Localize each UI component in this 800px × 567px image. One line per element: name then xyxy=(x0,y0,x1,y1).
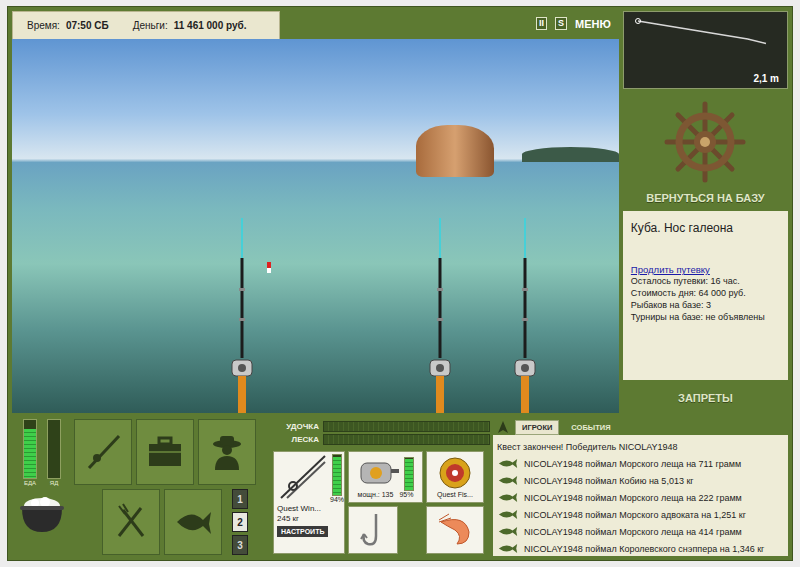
gauge-label: УДОЧКА xyxy=(273,422,319,431)
gauge: ЛЕСКА xyxy=(273,434,490,445)
pointer-icon[interactable] xyxy=(497,420,509,434)
shrimp-icon xyxy=(435,512,475,548)
hook-icon xyxy=(358,510,388,550)
feed-tab[interactable]: ИГРОКИ xyxy=(515,420,559,435)
feed-row: NICOLAY1948 поймал Морского леща на 414 … xyxy=(497,523,784,540)
feed-row: NICOLAY1948 поймал Королевского снэппера… xyxy=(497,540,784,556)
extend-trip-link[interactable]: Продлить путевку xyxy=(631,264,780,275)
fishing-rod-icon[interactable] xyxy=(230,218,280,413)
rods-button[interactable] xyxy=(74,419,132,485)
return-to-base-button[interactable]: ВЕРНУТЬСЯ НА БАЗУ xyxy=(646,192,764,204)
time-value: 07:50 СБ xyxy=(66,20,109,31)
bans-button[interactable]: ЗАПРЕТЫ xyxy=(678,392,733,404)
feed-row: NICOLAY1948 поймал Морского адвоката на … xyxy=(497,506,784,523)
rod-load: 245 кг xyxy=(277,514,299,523)
rod-icon xyxy=(83,432,123,472)
rod-wear: 94% xyxy=(330,496,344,503)
bait-slot[interactable] xyxy=(426,506,484,554)
fisherman-button[interactable] xyxy=(198,419,256,485)
base-info: Куба. Нос галеона Продлить путевкуОсталос… xyxy=(623,211,788,380)
float-icon xyxy=(267,262,271,273)
depth-chart: 2,1 m xyxy=(623,11,788,89)
reel-power: мощн.: 135 xyxy=(358,491,394,498)
fish-icon xyxy=(497,509,519,520)
info-line: Осталось путевки: 16 час. xyxy=(631,276,780,287)
reel-wear: 95% xyxy=(399,491,413,498)
fishing-scene[interactable] xyxy=(12,39,619,413)
fish-icon xyxy=(173,502,213,542)
need-label: ЕДА xyxy=(24,480,36,486)
menu-button[interactable]: МЕНЮ xyxy=(575,18,611,30)
tackle-box-button[interactable] xyxy=(136,419,194,485)
need-meter: ЯД xyxy=(47,419,61,486)
rock xyxy=(416,125,495,177)
fisherman-icon xyxy=(207,432,247,472)
fishing-rod-icon[interactable] xyxy=(428,218,478,413)
catch-button[interactable] xyxy=(164,489,222,555)
gauge-label: ЛЕСКА xyxy=(273,435,319,444)
info-line: Рыбаков на базе: 3 xyxy=(631,300,780,311)
fishing-rod-icon[interactable] xyxy=(513,218,563,413)
depth-reading: 2,1 m xyxy=(753,73,779,84)
food-button[interactable] xyxy=(102,489,160,555)
status-bar: Время: 07:50 СБ Деньги: 11 461 000 руб. xyxy=(12,11,280,40)
feed-list: Квест закончен! Победитель NICOLAY1948NI… xyxy=(493,435,788,556)
page-button[interactable]: 1 xyxy=(232,489,248,509)
info-line: Турниры на базе: не объявлены xyxy=(631,312,780,323)
island xyxy=(522,147,619,162)
helm-icon[interactable] xyxy=(663,100,747,184)
line-slot[interactable]: Quest Fis... xyxy=(426,451,484,503)
feed-row: NICOLAY1948 поймал Морского леща на 222 … xyxy=(497,489,784,506)
fish-icon xyxy=(497,492,519,503)
setup-button[interactable]: НАСТРОИТЬ xyxy=(277,526,328,537)
fish-icon xyxy=(497,458,519,469)
hook-slot[interactable] xyxy=(348,506,398,554)
fish-icon xyxy=(497,475,519,486)
cauldron-icon[interactable] xyxy=(17,494,67,534)
sound-button[interactable]: S xyxy=(555,17,567,30)
game-frame: Время: 07:50 СБ Деньги: 11 461 000 руб. II SМ… xyxy=(7,6,793,561)
location-title: Куба. Нос галеона xyxy=(631,221,780,235)
game-window: Время: 07:50 СБ Деньги: 11 461 000 руб. II SМ… xyxy=(0,0,800,567)
page-button[interactable]: 3 xyxy=(232,535,248,555)
line-spool-icon xyxy=(438,456,472,490)
line-name: Quest Fis... xyxy=(437,491,473,498)
pause-button[interactable]: II xyxy=(536,17,547,30)
tackle-box-icon xyxy=(145,432,185,472)
gauge: УДОЧКА xyxy=(273,421,490,432)
info-line: Стоимость дня: 64 000 руб. xyxy=(631,288,780,299)
need-meter: ЕДА xyxy=(23,419,37,486)
reel-slot[interactable]: мощн.: 135 95% xyxy=(348,451,423,503)
feed-row: Квест закончен! Победитель NICOLAY1948 xyxy=(497,438,784,455)
time-label: Время: xyxy=(27,20,60,31)
rod-slot[interactable]: 94% Quest Win...245 кг НАСТРОИТЬ xyxy=(273,451,345,554)
reel-icon xyxy=(357,457,401,489)
rod-name: Quest Win... xyxy=(277,504,321,513)
fish-icon xyxy=(497,526,519,537)
need-label: ЯД xyxy=(50,480,58,486)
header: Время: 07:50 СБ Деньги: 11 461 000 руб. II SМ… xyxy=(12,11,619,39)
page-button[interactable]: 2 xyxy=(232,512,248,532)
knife-fork-icon xyxy=(111,502,151,542)
money-value: 11 461 000 руб. xyxy=(174,20,247,31)
feed-tab[interactable]: СОБЫТИЯ xyxy=(565,421,616,434)
feed-row: NICOLAY1948 поймал Кобию на 5,013 кг xyxy=(497,472,784,489)
feed-row: NICOLAY1948 поймал Морского леща на 711 … xyxy=(497,455,784,472)
fish-icon xyxy=(497,543,519,554)
rod-item-icon xyxy=(277,454,327,500)
money-label: Деньги: xyxy=(133,20,168,31)
